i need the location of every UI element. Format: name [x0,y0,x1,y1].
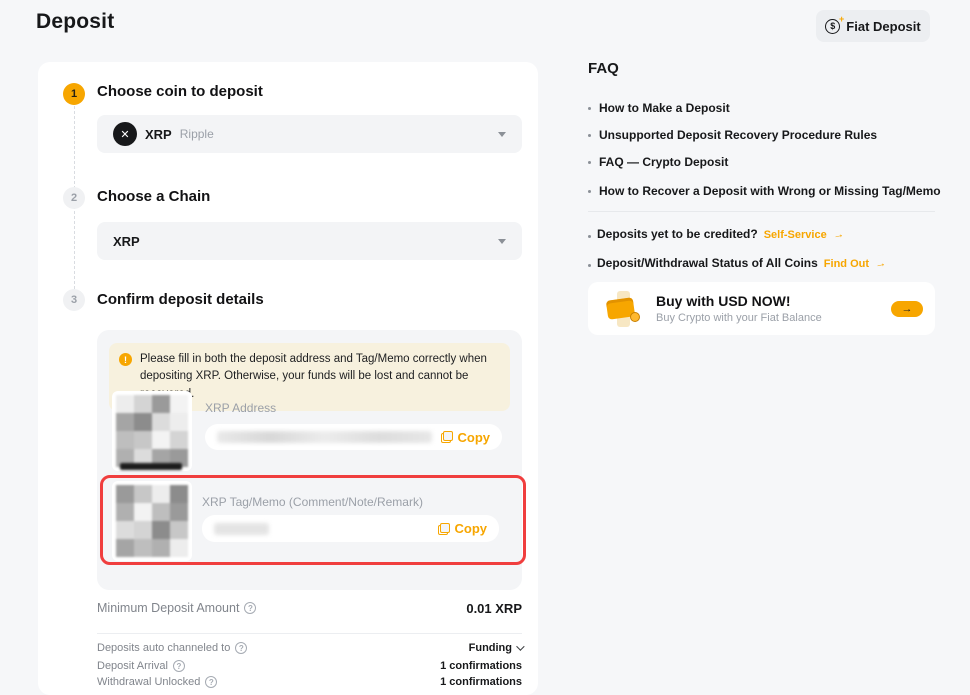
fiat-coin-icon: $+ [825,19,840,34]
step-1-number: 1 [71,88,77,100]
redacted-tag-value [214,523,269,535]
redacted-address-value [217,431,432,443]
status-find-out-row[interactable]: Deposit/Withdrawal Status of All Coins F… [588,256,886,270]
copy-icon [441,431,453,443]
warning-icon: ! [119,353,132,366]
arrow-right-icon: → [874,257,887,271]
channeled-to-label: Deposits auto channeled to ? [97,642,247,654]
tag-qr-code-image [116,485,188,557]
deposit-card: 1 Choose coin to deposit ✕ XRP Ripple 2 … [38,62,538,695]
status-question-text: Deposit/Withdrawal Status of All Coins [597,256,818,270]
channeled-to-value-text: Funding [469,642,512,654]
step-3-title: Confirm deposit details [97,291,264,308]
faq-link-text: FAQ — Crypto Deposit [599,155,728,169]
self-service-link[interactable]: Self-Service [764,229,827,241]
address-qr-code-image [116,395,188,467]
address-label: XRP Address [205,401,276,415]
copy-tag-button[interactable]: Copy [438,521,488,536]
chevron-down-icon [516,642,524,650]
xrp-coin-icon: ✕ [113,122,137,146]
help-icon[interactable]: ? [173,660,185,672]
fiat-deposit-button[interactable]: $+ Fiat Deposit [816,10,930,42]
withdrawal-unlocked-value: 1 confirmations [440,676,522,688]
chain-select-dropdown[interactable]: XRP [97,222,522,260]
faq-link-text: How to Make a Deposit [599,101,730,115]
tag-qr-box [112,481,192,561]
step-2-indicator: 2 [63,187,85,209]
withdrawal-unlocked-label-text: Withdrawal Unlocked [97,676,200,688]
bullet-icon [588,134,591,137]
channeled-to-value[interactable]: Funding [469,642,522,654]
credited-self-service-row[interactable]: Deposits yet to be credited? Self-Servic… [588,227,844,241]
credited-question-text: Deposits yet to be credited? [597,227,758,241]
redacted-text [120,463,182,470]
buy-usd-banner[interactable]: Buy with USD NOW! Buy Crypto with your F… [588,282,935,335]
arrow-right-icon: → [832,228,845,242]
help-icon[interactable]: ? [244,602,256,614]
wallet-icon [604,289,644,329]
banner-subtitle: Buy Crypto with your Fiat Balance [656,312,822,324]
tag-memo-highlight-box: XRP Tag/Memo (Comment/Note/Remark) Copy [100,475,526,565]
withdrawal-unlocked-label: Withdrawal Unlocked ? [97,676,217,688]
tag-label: XRP Tag/Memo (Comment/Note/Remark) [202,495,423,509]
step-1-indicator: 1 [63,83,85,105]
page-title: Deposit [36,10,114,34]
faq-link-recovery-rules[interactable]: Unsupported Deposit Recovery Procedure R… [588,128,877,142]
deposit-arrival-label: Deposit Arrival ? [97,660,185,672]
step-3-number: 3 [71,294,77,306]
chevron-down-icon [498,239,506,244]
summary-divider [97,633,522,634]
faq-link-text: Unsupported Deposit Recovery Procedure R… [599,128,877,142]
min-deposit-value: 0.01 XRP [466,601,522,616]
min-deposit-label: Minimum Deposit Amount ? [97,601,256,615]
coin-name: Ripple [180,127,214,141]
step-2-number: 2 [71,192,77,204]
bullet-icon [588,235,591,238]
help-icon[interactable]: ? [235,642,247,654]
step-3-indicator: 3 [63,289,85,311]
tag-value-field: Copy [202,515,499,542]
coin-select-dropdown[interactable]: ✕ XRP Ripple [97,115,522,153]
faq-link-make-deposit[interactable]: How to Make a Deposit [588,101,730,115]
faq-title: FAQ [588,60,619,77]
channeled-to-label-text: Deposits auto channeled to [97,642,230,654]
deposit-arrival-label-text: Deposit Arrival [97,660,168,672]
faq-link-recover-tag-memo[interactable]: How to Recover a Deposit with Wrong or M… [588,184,941,198]
address-qr-box [112,391,192,471]
bullet-icon [588,161,591,164]
copy-address-button[interactable]: Copy [441,430,491,445]
find-out-link[interactable]: Find Out [824,258,869,270]
arrow-right-icon: → [902,303,913,315]
copy-address-label: Copy [458,430,491,445]
step-1-title: Choose coin to deposit [97,83,263,100]
bullet-icon [588,264,591,267]
min-deposit-label-text: Minimum Deposit Amount [97,601,239,615]
chain-value: XRP [113,234,140,249]
faq-divider [588,211,935,212]
banner-title: Buy with USD NOW! [656,293,822,309]
faq-link-crypto-deposit[interactable]: FAQ — Crypto Deposit [588,155,728,169]
fiat-deposit-label: Fiat Deposit [846,19,920,34]
bullet-icon [588,107,591,110]
address-value-field: Copy [205,424,502,450]
coin-symbol: XRP [145,127,172,142]
deposit-details-panel: ! Please fill in both the deposit addres… [97,330,522,590]
help-icon[interactable]: ? [205,676,217,688]
faq-link-text: How to Recover a Deposit with Wrong or M… [599,184,941,198]
step-2-title: Choose a Chain [97,188,210,205]
deposit-arrival-value: 1 confirmations [440,660,522,672]
warning-text: Please fill in both the deposit address … [140,351,498,403]
bullet-icon [588,190,591,193]
copy-tag-label: Copy [455,521,488,536]
banner-arrow-button[interactable]: → [891,301,923,317]
chevron-down-icon [498,132,506,137]
copy-icon [438,523,450,535]
